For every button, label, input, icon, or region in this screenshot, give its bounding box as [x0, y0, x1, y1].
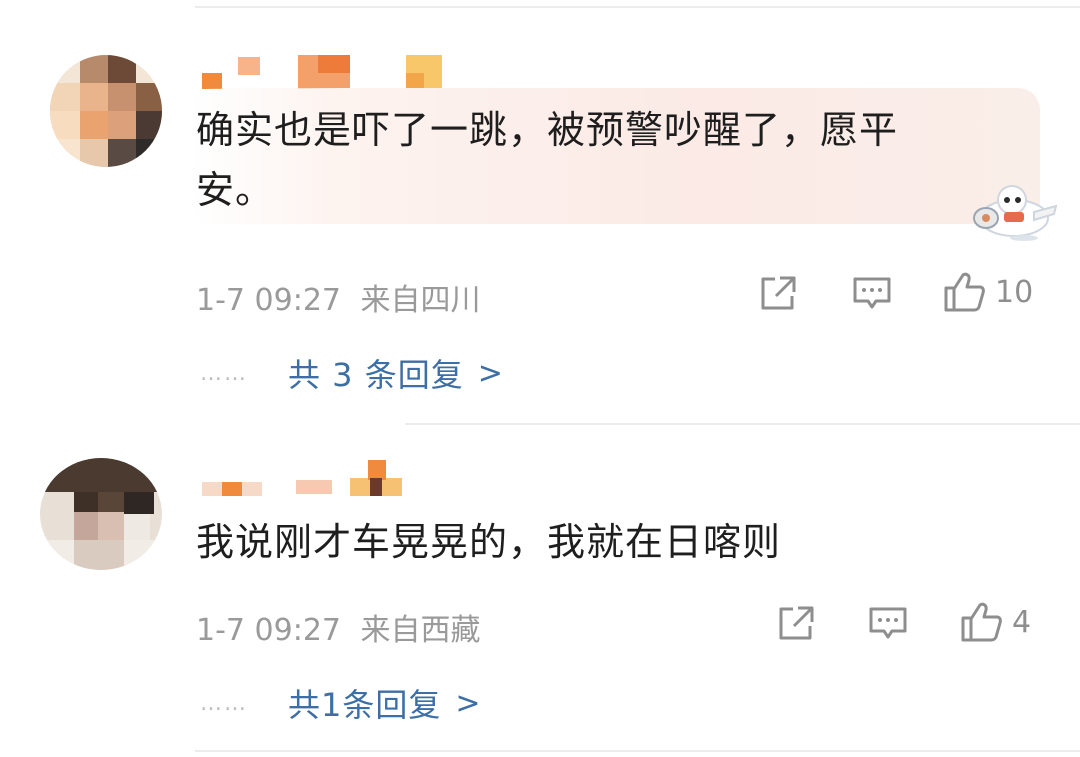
comment-divider: [405, 423, 1080, 425]
comment-location: 来自四川: [360, 283, 481, 318]
comment-icon: [868, 606, 908, 642]
view-replies-link[interactable]: …… 共 3 条回复 >: [200, 350, 503, 396]
thumbs-up-icon: [960, 601, 1004, 643]
chevron-right-icon: >: [477, 355, 503, 391]
comment-timestamp: 1-7 09:27 来自西藏: [196, 605, 481, 649]
repost-button[interactable]: [776, 604, 816, 642]
comment-button[interactable]: [868, 606, 908, 642]
comment-item: 我说刚才车晃晃的，我就在日喀则 1-7 09:27 来自西藏 4 …… 共1条回…: [0, 430, 1080, 757]
like-button[interactable]: 4: [960, 601, 1031, 643]
comment-text: 我说刚才车晃晃的，我就在日喀则: [196, 520, 782, 564]
repost-button[interactable]: [758, 274, 798, 312]
comment-location: 来自西藏: [360, 613, 481, 648]
comment-list: 确实也是吓了一跳，被预警吵醒了，愿平 安。 1-7 09:27 来自四川 10 …: [0, 0, 1080, 757]
like-count: 10: [995, 274, 1034, 310]
comment-time: 1-7 09:27: [196, 613, 341, 648]
username-blurred[interactable]: [200, 55, 450, 89]
like-button[interactable]: 10: [943, 271, 1033, 313]
replies-dots: ……: [200, 360, 248, 386]
comment-text: 确实也是吓了一跳，被预警吵醒了，愿平 安。: [196, 108, 899, 212]
username-blurred[interactable]: [200, 460, 420, 496]
avatar[interactable]: [40, 458, 162, 570]
comment-icon: [852, 276, 892, 312]
airplane-sticker-icon: [968, 178, 1060, 244]
replies-dots: ……: [200, 690, 248, 716]
repost-icon: [758, 274, 798, 312]
chevron-right-icon: >: [455, 685, 481, 721]
replies-label: 共 3 条回复: [288, 356, 464, 394]
comment-timestamp: 1-7 09:27 来自四川: [196, 275, 481, 319]
avatar[interactable]: [50, 55, 162, 167]
thumbs-up-icon: [943, 271, 987, 313]
comment-time: 1-7 09:27: [196, 283, 341, 318]
replies-label: 共1条回复: [288, 686, 442, 724]
repost-icon: [776, 604, 816, 642]
bottom-divider: [195, 750, 1080, 752]
comment-item: 确实也是吓了一跳，被预警吵醒了，愿平 安。 1-7 09:27 来自四川 10 …: [0, 0, 1080, 420]
view-replies-link[interactable]: …… 共1条回复 >: [200, 680, 481, 726]
like-count: 4: [1012, 604, 1032, 640]
comment-button[interactable]: [852, 276, 892, 312]
